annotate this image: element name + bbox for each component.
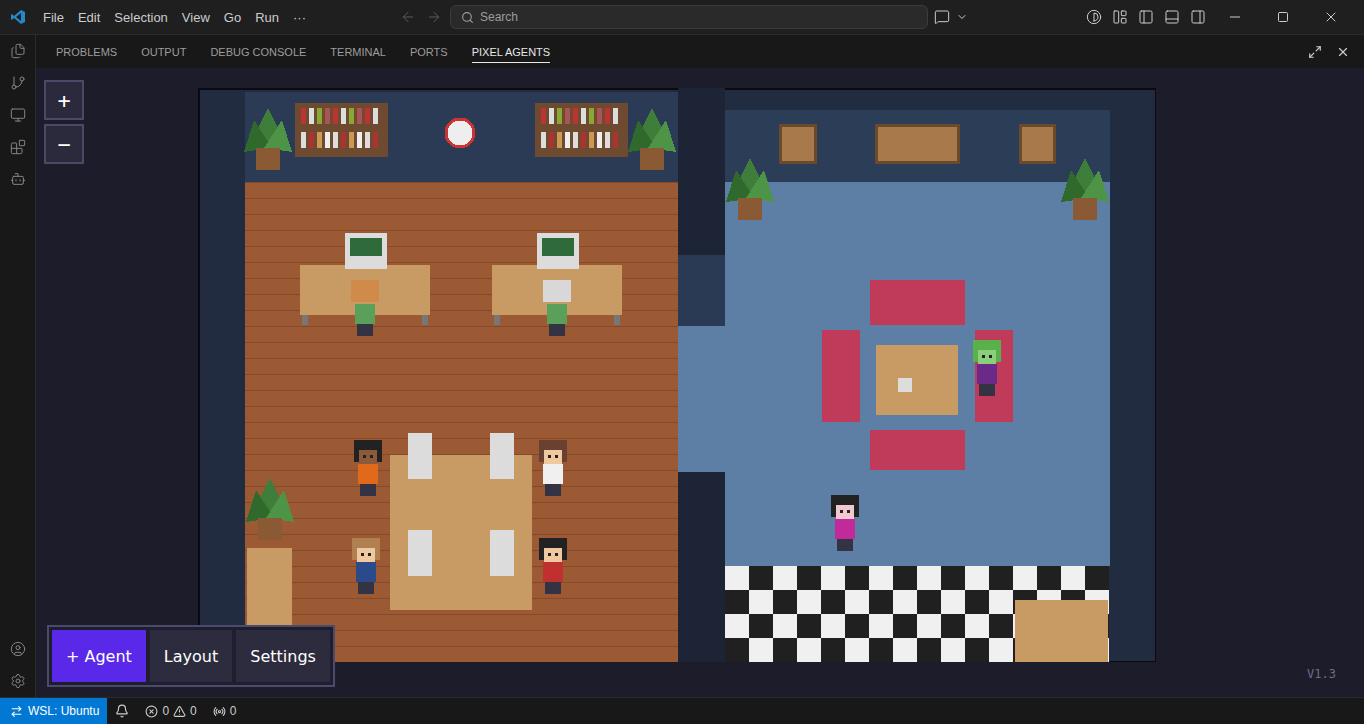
plant	[726, 158, 774, 220]
cup	[898, 378, 912, 392]
close-icon[interactable]	[1323, 9, 1339, 25]
panel-left-icon[interactable]	[1138, 9, 1154, 25]
agent-character[interactable]	[351, 280, 379, 336]
status-bar: WSL: Ubuntu 000	[0, 697, 1364, 724]
remote-icon	[10, 705, 23, 718]
toolbar-button[interactable]: + Agent	[52, 630, 146, 682]
warning-icon	[173, 705, 186, 718]
panel-tab[interactable]: PIXEL AGENTS	[472, 40, 550, 63]
ports-icon	[213, 705, 226, 718]
coffee-table	[876, 345, 958, 415]
problems-count[interactable]: 00	[137, 704, 204, 718]
vscode-window: FileEditSelectionViewGoRun··· Search PROBL…	[0, 0, 1364, 724]
back-icon[interactable]	[400, 9, 416, 25]
agent-character[interactable]	[543, 280, 571, 336]
search-box[interactable]: Search	[450, 5, 928, 29]
menu-item[interactable]: ···	[286, 6, 313, 29]
source-control-icon[interactable]	[10, 75, 26, 91]
gear-icon[interactable]	[10, 673, 26, 689]
agent-icon[interactable]	[10, 171, 26, 187]
plant	[246, 478, 294, 540]
title-bar: FileEditSelectionViewGoRun··· Search	[0, 0, 1364, 35]
chat-icon[interactable]	[934, 9, 950, 25]
panel-tab[interactable]: TERMINAL	[330, 40, 386, 63]
panel-tab[interactable]: DEBUG CONSOLE	[210, 40, 306, 63]
panel-bottom-icon[interactable]	[1164, 9, 1180, 25]
picture-frame	[1020, 125, 1054, 162]
desk	[300, 233, 430, 325]
panel-tab[interactable]: PROBLEMS	[56, 40, 117, 63]
close-panel-icon[interactable]	[1336, 45, 1350, 59]
agent-character[interactable]	[354, 440, 382, 496]
menu-item[interactable]: Run	[248, 6, 286, 29]
office-scene[interactable]	[198, 88, 1156, 662]
agent-character[interactable]	[973, 340, 1001, 396]
counter	[1015, 600, 1108, 662]
right-room-wall	[725, 110, 1110, 182]
monitor	[490, 530, 514, 576]
maximize-icon[interactable]	[1277, 11, 1289, 23]
picture-frame	[780, 125, 815, 162]
clock	[446, 119, 474, 147]
bookshelf	[535, 103, 628, 157]
wood-floor	[245, 182, 678, 662]
zoom-button[interactable]: +	[44, 80, 84, 120]
panel-tab[interactable]: PORTS	[410, 40, 448, 63]
plant	[244, 108, 292, 170]
remote-explorer-icon[interactable]	[10, 107, 26, 123]
menu-item[interactable]: Edit	[71, 6, 107, 29]
toolbar-button[interactable]: Settings	[236, 630, 330, 682]
version-label: V1.3	[1307, 667, 1336, 681]
pixel-agents-view: +− + AgentLayoutSettings V1.3	[36, 68, 1364, 697]
picture-frame	[876, 125, 958, 162]
blue-floor	[725, 182, 1110, 566]
minimize-icon[interactable]	[1227, 9, 1243, 25]
desk	[492, 233, 622, 325]
accounts-icon[interactable]	[1086, 9, 1102, 25]
game-toolbar: + AgentLayoutSettings	[47, 625, 335, 687]
monitor	[490, 433, 514, 479]
remote-indicator[interactable]: WSL: Ubuntu	[0, 698, 107, 724]
notifications[interactable]	[107, 704, 137, 718]
zoom-button[interactable]: −	[44, 124, 84, 164]
plant	[1061, 158, 1109, 220]
agent-character[interactable]	[539, 538, 567, 594]
chevron-down-icon[interactable]	[956, 11, 968, 23]
menu-item[interactable]: Go	[217, 6, 248, 29]
search-icon	[461, 11, 474, 24]
layout-icon[interactable]	[1112, 9, 1128, 25]
menu-item[interactable]: Selection	[107, 6, 174, 29]
panel-right-icon[interactable]	[1190, 9, 1206, 25]
ports-count[interactable]: 0	[205, 704, 245, 718]
agent-character[interactable]	[539, 440, 567, 496]
bookshelf	[295, 103, 388, 157]
agent-character[interactable]	[352, 538, 380, 594]
plant	[628, 108, 676, 170]
account-icon[interactable]	[10, 641, 26, 657]
bell-icon	[115, 704, 129, 718]
menu-item[interactable]: View	[175, 6, 217, 29]
left-room-wall	[245, 92, 678, 182]
maximize-panel-icon[interactable]	[1308, 45, 1322, 59]
vscode-logo-icon[interactable]	[10, 9, 26, 25]
sofa	[870, 280, 965, 325]
monitor	[408, 433, 432, 479]
panel-tabs: PROBLEMS OUTPUT DEBUG CONSOLE TERMINAL PORTS…	[36, 35, 1364, 68]
activity-bar	[0, 35, 36, 697]
monitor	[408, 530, 432, 576]
explorer-icon[interactable]	[10, 43, 26, 59]
doorway	[678, 326, 725, 472]
forward-icon[interactable]	[426, 9, 442, 25]
agent-character[interactable]	[831, 495, 859, 551]
sofa	[822, 330, 860, 422]
toolbar-button[interactable]: Layout	[150, 630, 232, 682]
panel: PROBLEMS OUTPUT DEBUG CONSOLE TERMINAL PORTS…	[36, 35, 1364, 697]
error-icon	[145, 705, 158, 718]
menu-item[interactable]: File	[36, 6, 71, 29]
panel-tab[interactable]: OUTPUT	[141, 40, 186, 63]
sofa	[870, 430, 965, 470]
extensions-icon[interactable]	[10, 139, 26, 155]
